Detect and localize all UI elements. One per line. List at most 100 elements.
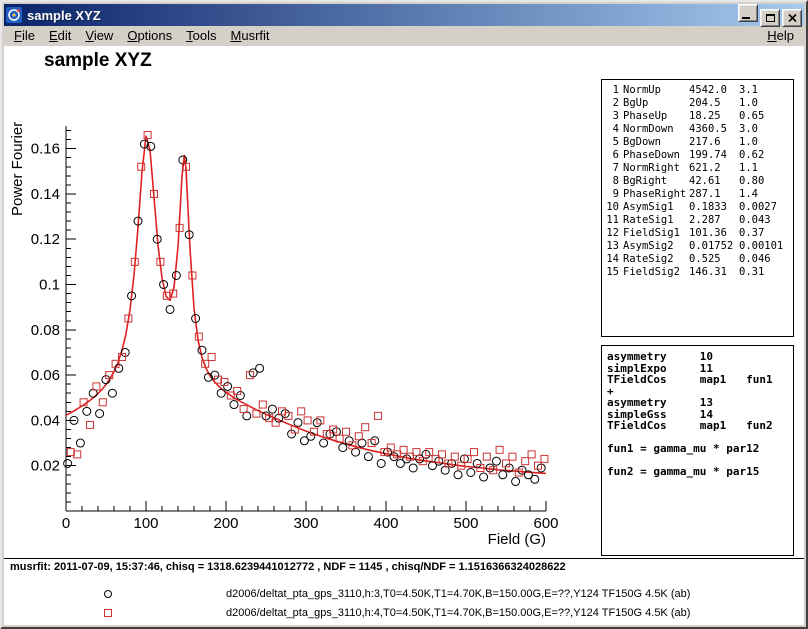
parameter-pname: BgRight [623,175,685,188]
data-point-square [87,421,94,428]
x-tick-label: 400 [373,515,398,532]
data-point-circle [96,410,104,418]
minimize-button[interactable] [738,4,758,22]
parameter-pname: NormRight [623,162,685,175]
menu-edit[interactable]: Edit [42,27,78,45]
parameter-pname: PhaseRight [623,188,685,201]
menu-file[interactable]: File [7,27,42,45]
parameter-pval: 0.1833 [689,201,735,214]
close-button[interactable] [782,9,802,27]
legend-entry: d2006/deltat_pta_gps_3110,h:3,T0=4.50K,T… [4,586,804,605]
root-canvas[interactable]: sample XYZ 01002003004005006000.020.040.… [4,46,804,625]
y-tick-label: 0.16 [31,141,60,158]
data-point-square [362,424,369,431]
fourier-plot[interactable]: 01002003004005006000.020.040.060.080.10.… [4,46,604,578]
x-tick-label: 600 [533,515,558,532]
theory-box[interactable]: asymmetry 10simplExpo 11TFieldCos map1 f… [601,345,794,556]
parameter-perr: 0.043 [739,214,793,227]
parameter-perr: 3.1 [739,84,793,97]
menu-musrfit[interactable]: Musrfit [224,27,277,45]
y-tick-label: 0.06 [31,367,60,384]
parameter-box[interactable]: 1NormUp4542.03.12BgUp204.51.03PhaseUp18.… [601,79,794,337]
menu-view[interactable]: View [78,27,120,45]
menu-options[interactable]: Options [120,27,179,45]
stats-divider [4,558,804,559]
parameter-pn: 15 [605,266,619,279]
data-point-circle [76,439,84,447]
menu-bar-items: FileEditViewOptionsToolsMusrfit [7,27,277,45]
data-point-square [208,354,215,361]
app-icon[interactable] [6,7,22,23]
parameter-perr: 0.31 [739,266,793,279]
data-point-circle [268,405,276,413]
parameter-pname: PhaseDown [623,149,685,162]
data-point-circle [198,346,206,354]
x-tick-label: 200 [213,515,238,532]
data-point-circle [217,389,225,397]
parameter-pn: 8 [605,175,619,188]
parameter-pname: FieldSig1 [623,227,685,240]
y-tick-label: 0.14 [31,186,60,203]
parameter-row: 5BgDown217.61.0 [605,136,793,149]
parameter-pname: BgUp [623,97,685,110]
parameter-row: 2BgUp204.51.0 [605,97,793,110]
parameter-perr: 1.0 [739,97,793,110]
y-tick-label: 0.08 [31,322,60,339]
y-tick-label: 0.12 [31,231,60,248]
theory-line: fun2 = gamma_mu * par15 [607,466,793,478]
titlebar-buttons [736,4,802,27]
window-title: sample XYZ [27,8,736,23]
menu-help[interactable]: Help [760,27,801,45]
parameter-row: 10AsymSig10.18330.0027 [605,201,793,214]
close-icon [788,14,797,22]
parameter-row: 12FieldSig1101.360.37 [605,227,793,240]
data-point-square [509,453,516,460]
parameter-pval: 146.31 [689,266,735,279]
parameter-pval: 18.25 [689,110,735,123]
x-tick-label: 300 [293,515,318,532]
x-tick-label: 0 [62,515,70,532]
title-bar[interactable]: sample XYZ [4,4,804,26]
parameter-row: 14RateSig20.5250.046 [605,253,793,266]
theory-line: asymmetry 10 [607,351,793,363]
y-tick-label: 0.1 [39,277,60,294]
data-point-square [195,333,202,340]
parameter-pn: 6 [605,149,619,162]
parameter-pname: AsymSig1 [623,201,685,214]
legend-label: d2006/deltat_pta_gps_3110,h:3,T0=4.50K,T… [226,588,690,600]
y-tick-label: 0.02 [31,458,60,475]
data-point-circle [83,407,91,415]
data-point-square [375,412,382,419]
parameter-pn: 14 [605,253,619,266]
parameter-pn: 13 [605,240,619,253]
fit-line [66,136,546,473]
parameter-perr: 3.0 [739,123,793,136]
parameter-pn: 7 [605,162,619,175]
parameter-pval: 287.1 [689,188,735,201]
parameter-pval: 199.74 [689,149,735,162]
data-point-square [528,451,535,458]
root-logo-icon [6,7,22,23]
parameter-pval: 217.6 [689,136,735,149]
data-point-circle [512,478,520,486]
parameter-row: 9PhaseRight287.11.4 [605,188,793,201]
parameter-pname: NormDown [623,123,685,136]
menu-tools[interactable]: Tools [179,27,223,45]
data-point-circle [364,453,372,461]
parameter-pval: 621.2 [689,162,735,175]
parameter-perr: 0.37 [739,227,793,240]
data-point-circle [339,444,347,452]
parameter-perr: 1.0 [739,136,793,149]
parameter-perr: 0.65 [739,110,793,123]
parameter-pn: 3 [605,110,619,123]
parameter-perr: 1.4 [739,188,793,201]
data-point-circle [166,305,174,313]
parameter-pval: 2.287 [689,214,735,227]
data-point-circle [64,459,72,467]
theory-line: fun1 = gamma_mu * par12 [607,443,793,455]
maximize-button[interactable] [760,9,780,27]
parameter-row: 13AsymSig20.017520.00101 [605,240,793,253]
square-marker-icon [104,609,112,617]
legend-entry: d2006/deltat_pta_gps_3110,h:4,T0=4.50K,T… [4,605,804,624]
legend-label: d2006/deltat_pta_gps_3110,h:4,T0=4.50K,T… [226,607,690,619]
